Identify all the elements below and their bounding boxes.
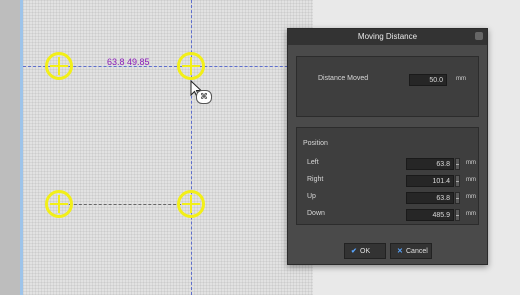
- left-stepper[interactable]: [455, 158, 460, 170]
- up-input[interactable]: 63.8: [406, 192, 454, 204]
- distance-unit: mm: [456, 76, 466, 82]
- ok-label: OK: [360, 248, 371, 255]
- right-stepper[interactable]: [455, 175, 460, 187]
- crosshair-target-icon[interactable]: [45, 52, 73, 80]
- distance-moved-label: Distance Moved: [318, 75, 369, 82]
- right-label: Right: [307, 176, 324, 183]
- down-input[interactable]: 485.9: [406, 209, 454, 221]
- up-stepper[interactable]: [455, 192, 460, 204]
- left-ruler: [0, 0, 20, 295]
- ok-button[interactable]: ✔ OK: [344, 243, 386, 259]
- cancel-button[interactable]: ✕ Cancel: [390, 243, 432, 259]
- distance-moved-input[interactable]: 50.0: [409, 74, 447, 86]
- down-unit: mm: [466, 211, 476, 217]
- cancel-x-icon: ✕: [397, 248, 403, 255]
- crosshair-target-icon[interactable]: [177, 190, 205, 218]
- position-panel: Position Left 63.8 mm Right 101.4 mm Up …: [296, 127, 479, 225]
- crosshair-target-icon[interactable]: [177, 52, 205, 80]
- up-label: Up: [307, 193, 316, 200]
- moving-distance-dialog: Moving Distance Distance Moved 50.0 mm P…: [287, 28, 488, 265]
- dialog-titlebar[interactable]: Moving Distance: [288, 29, 487, 45]
- connector-line: [59, 204, 191, 205]
- measurement-label: 63.8 49.85: [107, 57, 150, 67]
- up-unit: mm: [466, 194, 476, 200]
- right-input[interactable]: 101.4: [406, 175, 454, 187]
- checkmark-icon: ✔: [351, 248, 357, 255]
- left-label: Left: [307, 159, 319, 166]
- cancel-label: Cancel: [406, 248, 428, 255]
- dialog-title: Moving Distance: [357, 32, 418, 41]
- down-stepper[interactable]: [455, 209, 460, 221]
- crosshair-target-icon[interactable]: [45, 190, 73, 218]
- move-handle-icon: ⌘: [196, 90, 212, 104]
- left-unit: mm: [466, 160, 476, 166]
- guide-line-vertical: [191, 0, 192, 295]
- left-input[interactable]: 63.8: [406, 158, 454, 170]
- fabric-area[interactable]: [23, 0, 313, 295]
- distance-panel: Distance Moved 50.0 mm: [296, 56, 479, 117]
- right-unit: mm: [466, 177, 476, 183]
- close-icon[interactable]: [475, 32, 483, 40]
- position-heading: Position: [303, 140, 328, 147]
- down-label: Down: [307, 210, 325, 217]
